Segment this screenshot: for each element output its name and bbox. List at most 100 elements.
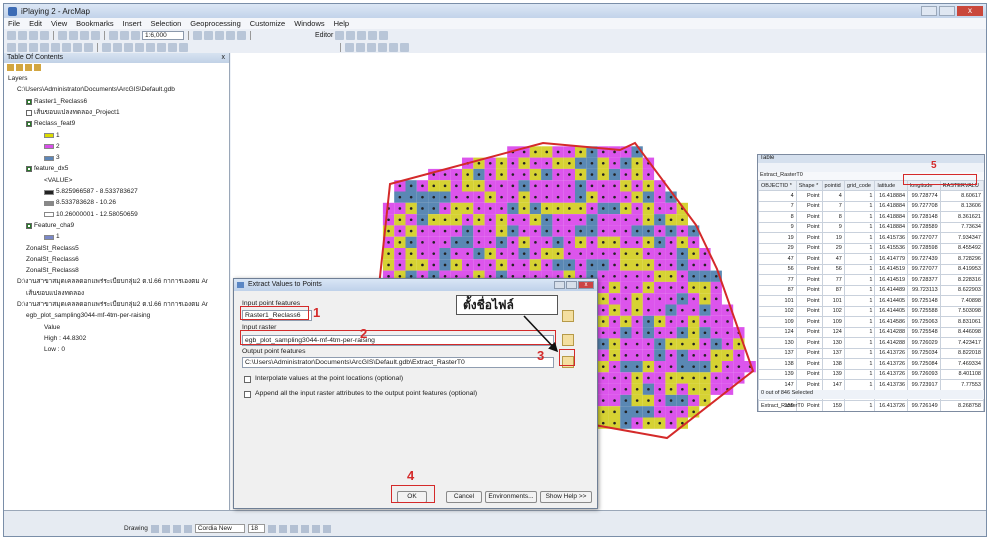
copy-icon[interactable] <box>69 30 78 40</box>
layer-select-icon[interactable] <box>389 42 398 52</box>
close-button[interactable]: x <box>957 6 983 16</box>
toc-item[interactable]: Low : 0 <box>44 346 65 354</box>
hyperlink-icon[interactable] <box>168 42 177 52</box>
zoom-in-icon[interactable] <box>7 42 16 52</box>
toc-item[interactable]: Value <box>44 324 60 332</box>
table-column-header[interactable]: pointid <box>821 180 845 191</box>
environments-button[interactable]: Environments... <box>485 491 537 503</box>
sketch-icon[interactable] <box>346 30 356 40</box>
italic-icon[interactable] <box>279 524 288 533</box>
table-row[interactable]: 7 Point 7 1 16.418884 99.727708 8.13606 <box>758 200 984 212</box>
menu-insert[interactable]: Insert <box>123 19 142 28</box>
toc-item[interactable]: <VALUE> <box>44 177 72 185</box>
cut-polygon-icon[interactable] <box>368 30 378 40</box>
menu-file[interactable]: File <box>8 19 20 28</box>
toc-item[interactable]: 2 <box>44 143 60 151</box>
table-row[interactable]: 147 Point 147 1 16.413736 99.723917 7.77553 <box>758 379 984 391</box>
attributes-icon[interactable] <box>379 30 389 40</box>
table-row[interactable]: 130 Point 130 1 16.414288 99.726029 7.423417 <box>758 337 984 349</box>
cut-icon[interactable] <box>58 30 67 40</box>
pan-icon[interactable] <box>29 42 38 52</box>
transparency-icon[interactable] <box>400 42 409 52</box>
toc-item[interactable]: Reclass_feat9 <box>26 120 75 128</box>
toc-item[interactable]: High : 44.8302 <box>44 335 86 343</box>
full-extent-icon[interactable] <box>40 42 49 52</box>
font-select[interactable]: Cordia New <box>194 524 245 533</box>
menu-selection[interactable]: Selection <box>150 19 181 28</box>
toc-item[interactable]: egb_plot_sampling3044-mf-4tm-per-raising <box>26 312 150 320</box>
toc-item[interactable]: Layers <box>8 75 28 83</box>
forward-icon[interactable] <box>84 42 93 52</box>
bold-icon[interactable] <box>268 524 277 533</box>
select-features-icon[interactable] <box>102 42 111 52</box>
table-row[interactable]: 77 Point 77 1 16.414519 99.728377 8.228316 <box>758 274 984 286</box>
browse-folder-icon[interactable] <box>562 334 574 346</box>
toc-item[interactable]: 5.825966587 - 8.533783627 <box>44 188 138 196</box>
toc-item[interactable]: feature_dx5 <box>26 165 68 173</box>
toc-item[interactable]: เส้นขอบแปลงทดลอง <box>26 290 84 298</box>
layer-visibility-checkbox[interactable] <box>26 222 32 229</box>
toc-item[interactable]: 10.26000001 - 12.58050659 <box>44 211 138 219</box>
html-popup-icon[interactable] <box>179 42 188 52</box>
table-tab[interactable]: Extract_RasterT0 <box>758 403 804 409</box>
table-row[interactable]: 19 Point 19 1 16.415736 99.727077 7.934347 <box>758 232 984 244</box>
toc-close-icon[interactable]: x <box>222 53 226 63</box>
rectangle-icon[interactable] <box>172 524 181 533</box>
browse-folder-icon[interactable] <box>562 310 574 322</box>
dialog-minimize-button[interactable] <box>554 281 565 289</box>
table-row[interactable]: 56 Point 56 1 16.414519 99.727077 8.419953 <box>758 263 984 275</box>
menu-windows[interactable]: Windows <box>294 19 324 28</box>
arctoolbox-icon[interactable] <box>226 30 235 40</box>
cancel-button[interactable]: Cancel <box>446 491 482 503</box>
fixed-zoom-in-icon[interactable] <box>51 42 60 52</box>
dialog-maximize-button[interactable] <box>566 281 577 289</box>
flicker-icon[interactable] <box>378 42 387 52</box>
underline-icon[interactable] <box>290 524 299 533</box>
catalog-icon[interactable] <box>204 30 213 40</box>
zoom-out-icon[interactable] <box>18 42 27 52</box>
table-column-header[interactable]: OBJECTID * <box>758 180 797 191</box>
dialog-close-button[interactable]: x <box>578 281 594 289</box>
delete-icon[interactable] <box>91 30 100 40</box>
rotate-icon[interactable] <box>161 524 170 533</box>
layer-visibility-checkbox[interactable] <box>26 109 32 116</box>
toc-item[interactable]: D:\งานสาขาสมุดเคลลดอกแพร่ระเบียบกลุ่ม2 ต… <box>17 301 208 309</box>
print-icon[interactable] <box>40 30 49 40</box>
python-icon[interactable] <box>237 30 246 40</box>
table-row[interactable]: 101 Point 101 1 16.414405 99.725148 7.40898 <box>758 295 984 307</box>
edit-tool-icon[interactable] <box>335 30 345 40</box>
reshape-icon[interactable] <box>357 30 367 40</box>
toc-item[interactable]: ZonalSt_Reclass6 <box>26 256 79 264</box>
select-elements-tool-icon[interactable] <box>150 524 159 533</box>
toc-item[interactable]: ZonalSt_Reclass8 <box>26 267 79 275</box>
search-icon[interactable] <box>215 30 224 40</box>
toc-item[interactable]: 1 <box>44 233 60 241</box>
effects-icon[interactable] <box>356 42 365 52</box>
interpolate-checkbox[interactable] <box>244 376 251 383</box>
table-column-header[interactable]: grid_code <box>843 180 876 191</box>
new-icon[interactable] <box>7 30 16 40</box>
toc-item[interactable]: 3 <box>44 154 60 162</box>
font-color-icon[interactable] <box>301 524 310 533</box>
table-row[interactable]: 8 Point 8 1 16.418884 99.728148 8.361621 <box>758 211 984 223</box>
list-by-visibility-icon[interactable] <box>25 64 32 71</box>
identify-icon[interactable] <box>135 42 144 52</box>
undo-icon[interactable] <box>109 30 118 40</box>
table-row[interactable]: 102 Point 102 1 16.414405 99.725588 7.503098 <box>758 305 984 317</box>
text-icon[interactable] <box>183 524 192 533</box>
menu-edit[interactable]: Edit <box>29 19 42 28</box>
minimize-button[interactable] <box>921 6 937 16</box>
editor-toolbar-icon[interactable] <box>193 30 202 40</box>
table-row[interactable]: 29 Point 29 1 16.415536 99.728598 8.455492 <box>758 242 984 254</box>
paste-icon[interactable] <box>80 30 89 40</box>
layer-visibility-checkbox[interactable] <box>26 121 32 128</box>
show-help-button[interactable]: Show Help >> <box>540 491 592 503</box>
menu-bookmarks[interactable]: Bookmarks <box>76 19 114 28</box>
swipe-icon[interactable] <box>367 42 376 52</box>
toc-item[interactable]: เส้นขอบแปลงทดลอง_Project1 <box>26 109 120 117</box>
maximize-button[interactable] <box>939 6 955 16</box>
editor-menu[interactable]: Editor <box>315 32 333 39</box>
table-row[interactable]: 109 Point 109 1 16.414586 99.725063 8.831061 <box>758 316 984 328</box>
open-icon[interactable] <box>18 30 27 40</box>
list-by-selection-icon[interactable] <box>34 64 41 71</box>
